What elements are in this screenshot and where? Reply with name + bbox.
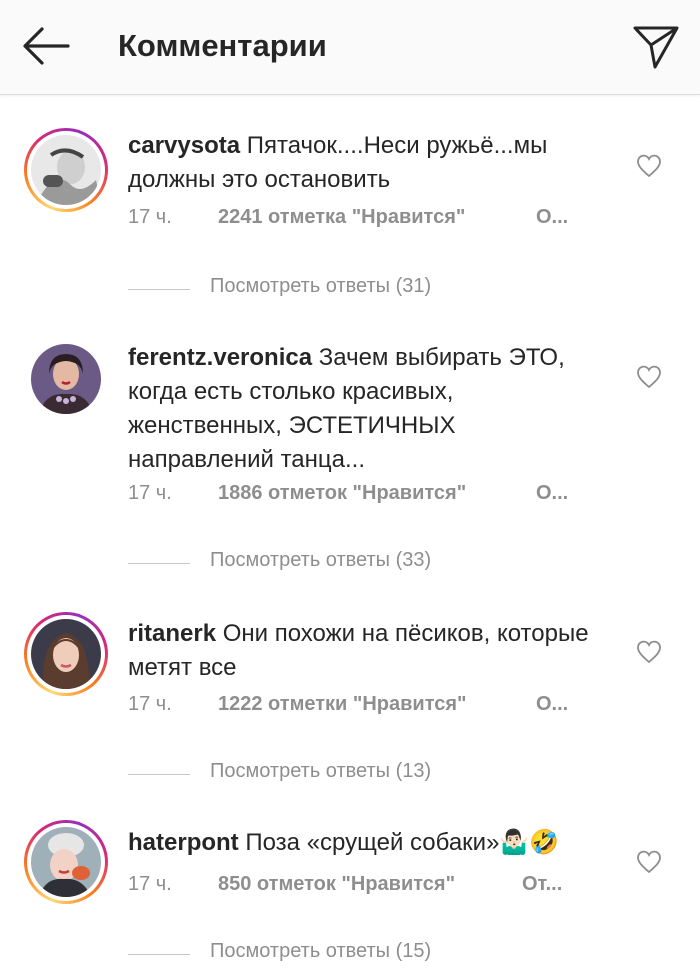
divider-line	[128, 563, 190, 564]
likes-count[interactable]: 2241 отметка "Нравится"	[218, 206, 465, 229]
comment-time: 17 ч.	[128, 873, 172, 895]
paper-plane-icon	[633, 26, 679, 69]
back-button[interactable]	[20, 24, 72, 68]
divider-line	[128, 289, 190, 290]
comment-text: ferentz.veronica Зачем выбирать ЭТО, ког…	[128, 341, 608, 477]
likes-count[interactable]: 850 отметок "Нравится"	[218, 873, 455, 896]
comment-meta: 17 ч. 1886 отметок "Нравится" О...	[128, 482, 588, 512]
likes-count[interactable]: 1886 отметок "Нравится"	[218, 482, 466, 505]
comment-body: Поза «срущей собаки»🤷🏻‍♂️🤣	[245, 829, 560, 856]
divider-line	[128, 774, 190, 775]
reply-button[interactable]: О...	[536, 482, 568, 505]
avatar-story-ring[interactable]	[24, 612, 108, 696]
comment-username[interactable]: haterpont	[128, 829, 239, 856]
likes-count[interactable]: 1222 отметки "Нравится"	[218, 693, 467, 716]
divider-line	[128, 954, 190, 955]
page-title: Комментарии	[118, 28, 327, 63]
avatar-ring[interactable]	[24, 337, 108, 421]
comment-text: carvysota Пятачок....Неси ружьё...мы дол…	[128, 129, 608, 197]
avatar	[31, 344, 101, 414]
reply-button[interactable]: От...	[522, 873, 562, 896]
heart-icon[interactable]	[636, 153, 662, 179]
comment-text: ritanerk Они похожи на пёсиков, которые …	[128, 617, 608, 685]
comment-username[interactable]: ferentz.veronica	[128, 344, 312, 371]
heart-icon[interactable]	[636, 849, 662, 875]
view-replies-label: Посмотреть ответы (31)	[210, 275, 432, 297]
view-replies-label: Посмотреть ответы (15)	[210, 940, 432, 962]
comment-time: 17 ч.	[128, 482, 172, 504]
direct-message-button[interactable]	[630, 22, 682, 72]
comment-text: haterpont Поза «срущей собаки»🤷🏻‍♂️🤣	[128, 826, 608, 860]
arrow-left-icon	[23, 27, 70, 65]
avatar-story-ring[interactable]	[24, 820, 108, 904]
top-bar: Комментарии	[0, 0, 700, 95]
avatar	[31, 135, 101, 205]
comment-time: 17 ч.	[128, 206, 172, 228]
heart-icon[interactable]	[636, 364, 662, 390]
reply-button[interactable]: О...	[536, 206, 568, 229]
heart-icon[interactable]	[636, 639, 662, 665]
comment-meta: 17 ч. 850 отметок "Нравится" От...	[128, 873, 588, 903]
comment-meta: 17 ч. 2241 отметка "Нравится" О...	[128, 206, 588, 236]
comment-meta: 17 ч. 1222 отметки "Нравится" О...	[128, 693, 588, 723]
reply-button[interactable]: О...	[536, 693, 568, 716]
avatar	[31, 619, 101, 689]
avatar	[31, 827, 101, 897]
view-replies-label: Посмотреть ответы (33)	[210, 549, 432, 571]
view-replies-label: Посмотреть ответы (13)	[210, 760, 432, 782]
comment-username[interactable]: carvysota	[128, 132, 240, 159]
comment-username[interactable]: ritanerk	[128, 620, 216, 647]
avatar-story-ring[interactable]	[24, 128, 108, 212]
comment-time: 17 ч.	[128, 693, 172, 715]
